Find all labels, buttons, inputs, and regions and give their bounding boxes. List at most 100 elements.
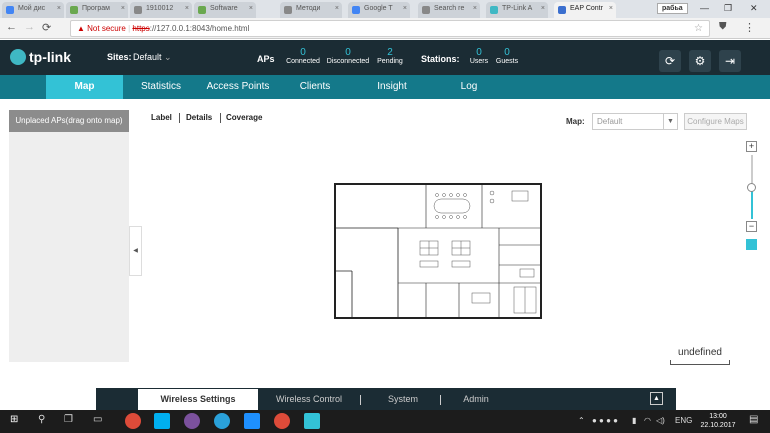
map-select[interactable]: Default ▼ [592,113,678,130]
volume-icon[interactable]: ◁) [656,416,665,425]
close-tab-icon[interactable]: × [121,5,125,12]
close-tab-icon[interactable]: × [473,5,477,12]
settings-button[interactable]: ⚙ [689,50,711,72]
expand-panel-button[interactable]: ▲ [650,392,663,405]
view-details-link[interactable]: Details [186,113,212,122]
map-scale-bar [670,360,730,365]
tab-system[interactable]: System [366,389,440,410]
url-input[interactable]: ▲ Not secure | https://127.0.0.1:8043/ho… [70,20,710,37]
close-tab-icon[interactable]: × [249,5,253,12]
view-coverage-link[interactable]: Coverage [226,113,262,122]
drive-icon [6,6,14,14]
viber-icon[interactable] [184,413,200,429]
close-tab-icon[interactable]: × [541,5,545,12]
chrome-icon[interactable] [125,413,141,429]
task-view-icon[interactable]: ❐ [64,414,73,425]
minimize-icon[interactable]: — [700,3,709,13]
browser-tab[interactable]: Google T × [348,2,410,18]
chevron-down-icon: ▼ [663,114,677,129]
browser-tab-bar: Мой дис × Програм × 1910012 × Software × Мет… [0,0,770,18]
chrome-icon[interactable] [274,413,290,429]
browser-tab[interactable]: Програм × [66,2,128,18]
collapse-panel-button[interactable]: ◀ [129,226,142,276]
tp-link-logo: tp-link [10,49,71,65]
browser-tab[interactable]: TP-Link A × [486,2,548,18]
unplaced-aps-panel: Unplaced APs(drag onto map) [9,110,129,362]
users-stat[interactable]: 0 Users [467,47,491,65]
menu-icon[interactable]: ⋮ [744,21,755,34]
floor-plan-image [334,183,542,319]
tab-access-points[interactable]: Access Points [200,75,276,99]
plus-icon: + [748,141,755,151]
close-window-icon[interactable]: ✕ [750,3,758,14]
aps-connected-stat[interactable]: 0 Connected [283,47,323,65]
gear-icon: ⚙ [694,54,706,68]
chevron-left-icon: ◀ [133,248,138,254]
tray-chevron-up-icon[interactable]: ⌃ [578,416,585,425]
tab-statistics[interactable]: Statistics [124,75,198,99]
browser-tab[interactable]: Search re × [418,2,480,18]
zoom-slider-handle[interactable] [747,183,756,192]
file-explorer-icon[interactable]: ▭ [93,414,102,425]
site-select[interactable]: Default ⌄ [133,52,172,63]
view-label-link[interactable]: Label [151,113,172,122]
close-tab-icon[interactable]: × [403,5,407,12]
network-icon[interactable]: ▮ [632,416,636,425]
aps-label: APs [257,54,275,64]
browser-tab[interactable]: Software × [194,2,256,18]
tab-wireless-control[interactable]: Wireless Control [264,389,354,410]
bookmark-star-icon[interactable]: ☆ [694,21,703,36]
refresh-icon: ⟳ [664,54,676,68]
logout-button[interactable]: ⇥ [719,50,741,72]
browser-tab[interactable]: Методи × [280,2,342,18]
notifications-icon[interactable]: ▤ [749,414,758,425]
language-indicator[interactable]: ENG [675,416,692,425]
aps-disconnected-stat[interactable]: 0 Disconnected [325,47,371,65]
close-tab-icon[interactable]: × [57,5,61,12]
divider [360,395,361,405]
configure-maps-button[interactable]: Configure Maps [684,113,747,130]
stations-label: Stations: [421,54,460,64]
guests-stat[interactable]: 0 Guests [494,47,520,65]
zoom-in-button[interactable]: + [746,141,757,152]
map-scale-label: undefined [678,347,722,358]
fit-map-icon[interactable] [746,239,757,250]
search-icon[interactable]: ⚲ [38,414,45,425]
aps-pending-stat[interactable]: 2 Pending [373,47,407,65]
forward-icon[interactable]: → [24,21,35,33]
tab-insight[interactable]: Insight [354,75,430,99]
tray-apps-icon[interactable]: ● ● ● ● [592,416,618,425]
close-tab-icon[interactable]: × [185,5,189,12]
edge-icon[interactable] [244,413,260,429]
restore-icon[interactable]: ❐ [724,3,732,14]
page-icon [284,6,292,14]
telegram-icon[interactable] [214,413,230,429]
close-tab-icon[interactable]: × [609,5,613,12]
browser-tab[interactable]: 1910012 × [130,2,192,18]
skype-icon[interactable] [154,413,170,429]
map-label: Map: [566,117,585,126]
shield-extension-icon[interactable]: ⛊ [719,21,727,32]
system-clock[interactable]: 13:00 22.10.2017 [697,412,739,430]
chevron-down-icon: ⌄ [164,52,172,62]
reload-icon[interactable]: ⟳ [42,21,51,34]
tab-map[interactable]: Map [46,75,123,99]
tool-app-icon[interactable] [304,413,320,429]
divider [220,113,221,123]
tab-wireless-settings[interactable]: Wireless Settings [138,389,258,410]
windows-start-icon[interactable]: ⊞ [10,414,18,425]
tab-admin[interactable]: Admin [446,389,506,410]
wifi-icon[interactable]: ◠ [644,416,651,425]
browser-tab-active[interactable]: EAP Contr × [554,2,616,18]
browser-tab[interactable]: Мой дис × [2,2,64,18]
back-icon[interactable]: ← [6,21,17,33]
profile-button[interactable]: рабьа [657,3,688,14]
close-tab-icon[interactable]: × [335,5,339,12]
windows-taskbar: ⊞ ⚲ ❐ ▭ ⌃ ● ● ● ● ▮ ◠ ◁) ENG 13:00 22.10.… [0,410,770,433]
tab-clients[interactable]: Clients [278,75,352,99]
logout-icon: ⇥ [724,54,736,68]
refresh-button[interactable]: ⟳ [659,50,681,72]
eap-icon [558,6,566,14]
zoom-out-button[interactable]: − [746,221,757,232]
tab-log[interactable]: Log [432,75,506,99]
